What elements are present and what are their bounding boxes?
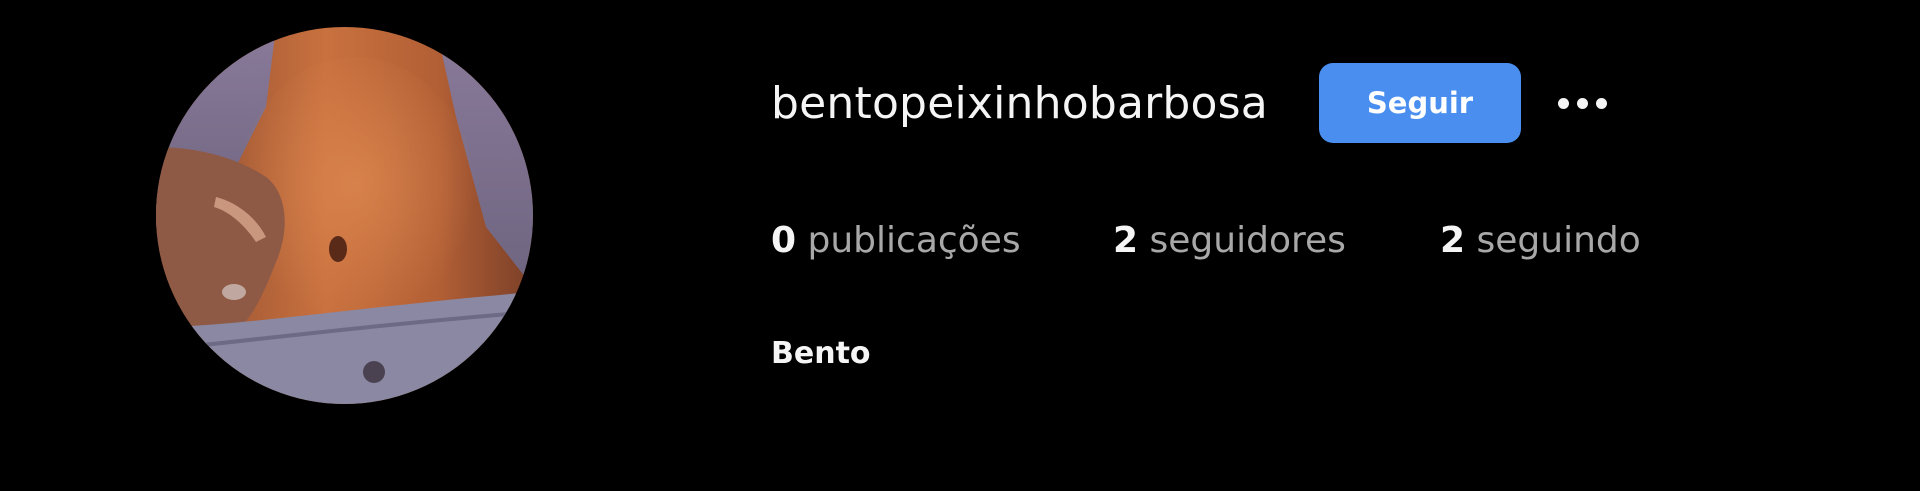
following-link[interactable]: 2 seguindo bbox=[1440, 218, 1641, 264]
more-options-icon[interactable] bbox=[1550, 80, 1614, 126]
dot-icon bbox=[1557, 97, 1569, 109]
followers-count: 2 bbox=[1113, 220, 1139, 261]
posts-count-stat: 0 publicações bbox=[771, 218, 1021, 264]
avatar-photo bbox=[156, 27, 533, 404]
followers-label: seguidores bbox=[1149, 220, 1346, 261]
following-label: seguindo bbox=[1476, 220, 1641, 261]
dot-icon bbox=[1576, 97, 1588, 109]
posts-count: 0 bbox=[771, 220, 797, 261]
dot-icon bbox=[1595, 97, 1607, 109]
posts-label: publicações bbox=[807, 220, 1021, 261]
profile-full-name: Bento bbox=[771, 336, 871, 371]
following-count: 2 bbox=[1440, 220, 1466, 261]
profile-username: bentopeixinhobarbosa bbox=[771, 78, 1268, 129]
followers-link[interactable]: 2 seguidores bbox=[1113, 218, 1346, 264]
profile-avatar[interactable] bbox=[156, 27, 533, 404]
follow-button[interactable]: Seguir bbox=[1319, 63, 1521, 143]
